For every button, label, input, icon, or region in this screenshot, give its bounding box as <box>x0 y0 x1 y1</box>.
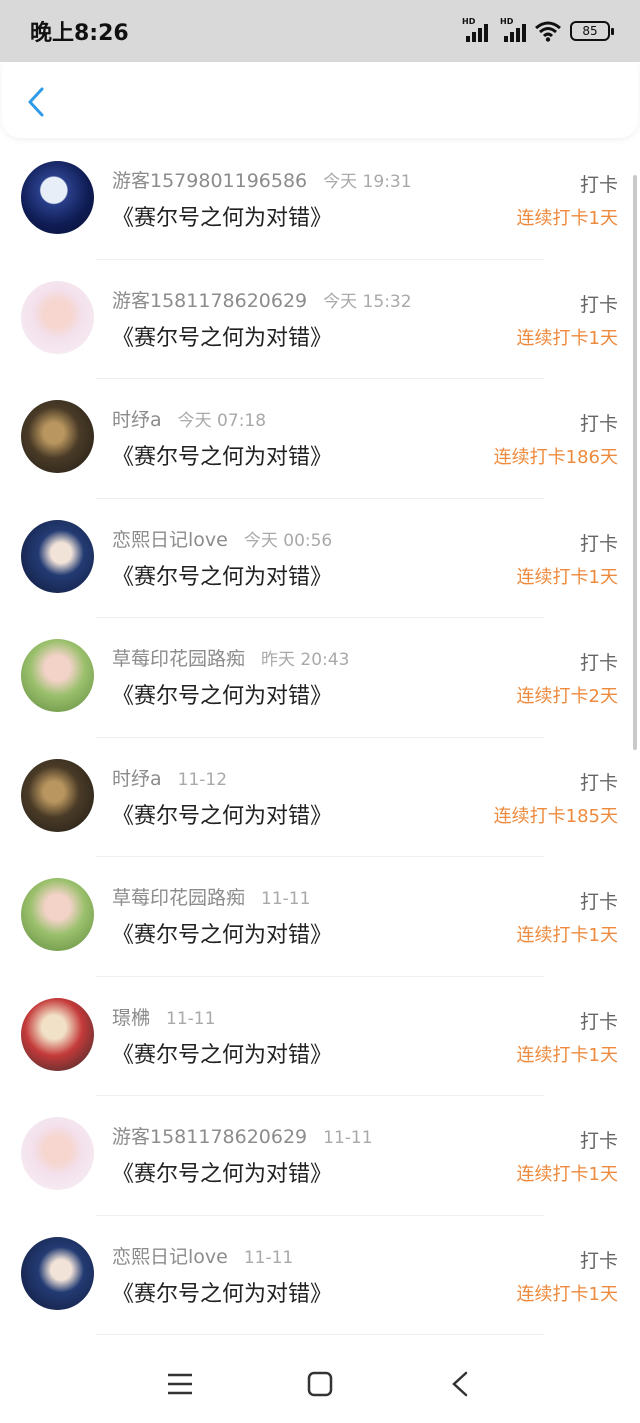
user-name-line: 游客1581178620629 11-11 <box>112 1122 373 1149</box>
post-time: 今天 15:32 <box>323 291 412 312</box>
streak-label: 连续打卡1天 <box>516 1283 618 1305</box>
streak-label: 连续打卡2天 <box>516 686 618 707</box>
streak-label: 连续打卡186天 <box>493 447 618 468</box>
checkin-tag: 打卡 <box>579 532 618 555</box>
user-name[interactable]: 游客1581178620629 <box>112 1126 307 1148</box>
top-nav-bar <box>2 62 638 138</box>
checkin-tag: 打卡 <box>579 1010 618 1033</box>
user-name-line: 恋熙日记love 11-11 <box>112 1242 293 1269</box>
status-bar: 晚上8:26 HD HD 85 <box>0 0 640 62</box>
streak-label: 连续打卡1天 <box>516 327 618 349</box>
user-name-line: 璟梻 11-11 <box>112 1003 215 1030</box>
user-name[interactable]: 游客1581178620629 <box>112 290 307 312</box>
status-time: 晚上8:26 <box>30 21 129 46</box>
user-name-line: 草莓印花园路痴 昨天 20:43 <box>112 644 349 671</box>
user-name[interactable]: 时纾a <box>112 409 162 431</box>
book-title: 《赛尔号之何为对错》 <box>112 1281 333 1307</box>
streak-label: 连续打卡1天 <box>516 1044 618 1066</box>
checkin-tag: 打卡 <box>579 891 618 913</box>
home-icon[interactable] <box>300 1364 340 1404</box>
scrollbar[interactable] <box>633 175 637 750</box>
list-item[interactable]: 时纾a 11-12 《赛尔号之何为对错》 打卡 连续打卡185天 <box>0 738 640 857</box>
menu-icon[interactable] <box>160 1364 200 1404</box>
checkin-list: 游客1579801196586 今天 19:31 《赛尔号之何为对错》 打卡 连续… <box>0 140 640 1335</box>
user-name-line: 游客1581178620629 今天 15:32 <box>112 286 412 313</box>
post-time: 今天 07:18 <box>177 411 267 431</box>
list-item[interactable]: 时纾a 今天 07:18 《赛尔号之何为对错》 打卡 连续打卡186天 <box>0 379 640 499</box>
avatar[interactable] <box>21 997 94 1071</box>
post-time: 11-11 <box>261 889 311 909</box>
list-item[interactable]: 游客1579801196586 今天 19:31 《赛尔号之何为对错》 打卡 连续… <box>0 140 640 260</box>
battery-icon: 85 <box>570 21 614 41</box>
user-name[interactable]: 时纾a <box>112 768 162 790</box>
user-name[interactable]: 恋熙日记love <box>112 529 228 551</box>
back-icon[interactable] <box>440 1364 480 1404</box>
user-name[interactable]: 游客1579801196586 <box>112 170 307 192</box>
avatar[interactable] <box>21 280 94 354</box>
user-name[interactable]: 草莓印花园路痴 <box>112 648 245 670</box>
book-title: 《赛尔号之何为对错》 <box>112 445 333 470</box>
checkin-tag: 打卡 <box>579 413 618 435</box>
book-title: 《赛尔号之何为对错》 <box>112 803 333 829</box>
chevron-left-icon[interactable] <box>24 86 48 118</box>
streak-label: 连续打卡1天 <box>516 566 618 588</box>
list-item[interactable]: 恋熙日记love 今天 00:56 《赛尔号之何为对错》 打卡 连续打卡1天 <box>0 499 640 618</box>
streak-label: 连续打卡185天 <box>493 805 618 827</box>
post-time: 11-11 <box>323 1128 373 1148</box>
list-item[interactable]: 璟梻 11-11 《赛尔号之何为对错》 打卡 连续打卡1天 <box>0 977 640 1096</box>
book-title: 《赛尔号之何为对错》 <box>112 1162 333 1187</box>
book-title: 《赛尔号之何为对错》 <box>112 1042 333 1068</box>
book-title: 《赛尔号之何为对错》 <box>112 206 333 231</box>
post-time: 11-12 <box>177 769 228 790</box>
status-icons: HD HD 85 <box>462 17 614 42</box>
user-name[interactable]: 璟梻 <box>112 1007 150 1029</box>
divider <box>96 1334 544 1335</box>
avatar[interactable] <box>21 639 94 712</box>
user-name-line: 草莓印花园路痴 11-11 <box>112 883 310 910</box>
avatar[interactable] <box>21 758 94 832</box>
post-time: 今天 19:31 <box>323 172 412 192</box>
list-item[interactable]: 游客1581178620629 今天 15:32 《赛尔号之何为对错》 打卡 连续… <box>0 260 640 379</box>
checkin-tag: 打卡 <box>579 293 618 316</box>
avatar[interactable] <box>21 878 94 951</box>
streak-label: 连续打卡1天 <box>516 1164 618 1185</box>
book-title: 《赛尔号之何为对错》 <box>112 325 333 351</box>
book-title: 《赛尔号之何为对错》 <box>112 564 333 590</box>
avatar[interactable] <box>21 1117 94 1190</box>
post-time: 11-11 <box>243 1247 294 1268</box>
checkin-tag: 打卡 <box>579 652 618 674</box>
user-name[interactable]: 恋熙日记love <box>112 1246 228 1268</box>
user-name[interactable]: 草莓印花园路痴 <box>112 887 245 909</box>
post-time: 今天 00:56 <box>243 530 333 551</box>
user-name-line: 时纾a 11-12 <box>112 764 227 791</box>
user-name-line: 游客1579801196586 今天 19:31 <box>112 166 412 193</box>
avatar[interactable] <box>21 1236 94 1310</box>
list-item[interactable]: 草莓印花园路痴 11-11 《赛尔号之何为对错》 打卡 连续打卡1天 <box>0 857 640 977</box>
streak-label: 连续打卡1天 <box>516 208 618 229</box>
user-name-line: 恋熙日记love 今天 00:56 <box>112 525 332 552</box>
streak-label: 连续打卡1天 <box>516 925 618 946</box>
post-time: 11-11 <box>166 1008 216 1029</box>
avatar[interactable] <box>21 161 94 234</box>
list-item[interactable]: 草莓印花园路痴 昨天 20:43 《赛尔号之何为对错》 打卡 连续打卡2天 <box>0 618 640 738</box>
list-item[interactable]: 恋熙日记love 11-11 《赛尔号之何为对错》 打卡 连续打卡1天 <box>0 1216 640 1335</box>
signal-icon: HD <box>500 17 526 42</box>
checkin-tag: 打卡 <box>579 1130 618 1152</box>
list-item[interactable]: 游客1581178620629 11-11 《赛尔号之何为对错》 打卡 连续打卡1… <box>0 1096 640 1216</box>
avatar[interactable] <box>21 400 94 473</box>
avatar[interactable] <box>21 519 94 593</box>
system-nav-bar <box>0 1345 640 1423</box>
checkin-tag: 打卡 <box>579 1249 618 1272</box>
book-title: 《赛尔号之何为对错》 <box>112 923 333 948</box>
checkin-tag: 打卡 <box>579 174 618 196</box>
user-name-line: 时纾a 今天 07:18 <box>112 405 266 432</box>
post-time: 昨天 20:43 <box>261 650 350 670</box>
checkin-tag: 打卡 <box>579 771 618 794</box>
wifi-icon <box>535 21 561 42</box>
signal-icon: HD <box>462 17 488 42</box>
book-title: 《赛尔号之何为对错》 <box>112 684 333 709</box>
